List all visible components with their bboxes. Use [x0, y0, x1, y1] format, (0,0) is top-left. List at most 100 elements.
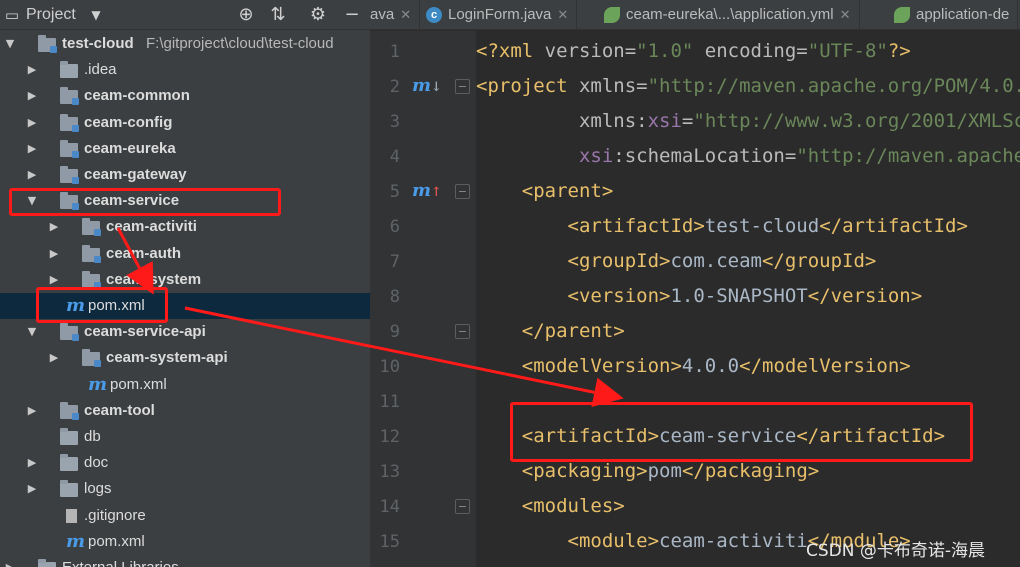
code-line[interactable]: <?xml version="1.0" encoding="UTF-8"?> [476, 34, 911, 69]
code-line[interactable]: <artifactId>test-cloud</artifactId> [476, 209, 968, 244]
tree-item[interactable]: .gitignore [0, 503, 370, 529]
arrow-icon: ↑ [431, 185, 442, 200]
line-number: 12 [379, 427, 400, 447]
folder-icon [60, 428, 78, 445]
collapse-arrow-icon[interactable]: ▶ [26, 162, 38, 188]
collapse-arrow-icon[interactable]: ▶ [4, 555, 16, 567]
maven-overridden-icon[interactable]: m↑ [412, 180, 442, 201]
tree-item-label: External Libraries [62, 555, 179, 567]
tree-item[interactable]: ▶ ceam-tool [0, 398, 370, 424]
code-token: version= [533, 40, 637, 62]
collapse-arrow-icon[interactable]: ▶ [26, 136, 38, 162]
module-folder-icon [60, 323, 79, 342]
expand-arrow-icon[interactable]: ▼ [26, 319, 38, 345]
fold-marker-icon[interactable]: − [455, 184, 470, 199]
collapse-arrow-icon[interactable]: ▶ [48, 345, 60, 371]
highlight-ceam-service [9, 188, 281, 216]
code-token: xsi [578, 145, 614, 167]
gear-icon[interactable]: ⚙ [306, 0, 330, 30]
tree-item[interactable]: m pom.xml [0, 529, 370, 555]
collapse-arrow-icon[interactable]: ▶ [48, 214, 60, 240]
code-token: <artifactId> [567, 215, 705, 237]
code-line[interactable]: <groupId>com.ceam</groupId> [476, 244, 877, 279]
editor-gutter: 1 2 3 4 5 6 7 8 9 10 11 12 13 14 15− − − − m↓ m↑ [370, 31, 476, 567]
arrow-icon: ↓ [431, 80, 442, 95]
target-icon[interactable]: ⊕ [234, 0, 258, 30]
code-token: xsi [647, 110, 682, 132]
code-token: = [681, 110, 694, 132]
fold-marker-icon[interactable]: − [455, 499, 470, 514]
tree-item[interactable]: ▶ External Libraries [0, 555, 370, 567]
fold-marker-icon[interactable]: − [455, 324, 470, 339]
tab-label: LoginForm.java [448, 6, 552, 23]
code-token: xmlns: [578, 110, 648, 132]
dropdown-icon[interactable]: ▼ [86, 0, 106, 30]
tree-item-label: ceam-gateway [84, 166, 187, 183]
code-token: <parent> [521, 180, 614, 202]
project-view-icon[interactable]: ▭ [0, 0, 24, 30]
collapse-arrow-icon[interactable]: ▶ [26, 57, 38, 83]
tree-item[interactable]: m pom.xml [0, 372, 370, 398]
code-token: <packaging> [521, 460, 648, 482]
close-icon[interactable]: ✕ [400, 7, 411, 22]
code-line[interactable]: <modelVersion>4.0.0</modelVersion> [476, 349, 911, 384]
tab-label: ceam-eureka\...\application.yml [626, 6, 834, 23]
tree-item[interactable]: ▶ doc [0, 450, 370, 476]
tree-item-label: ceam-system-api [106, 349, 228, 367]
code-line[interactable]: <modules> [476, 489, 625, 524]
editor-tab[interactable]: application-de [884, 0, 1019, 29]
tree-item[interactable]: ▶ ceam-activiti [0, 214, 370, 240]
maven-override-icon[interactable]: m↓ [412, 75, 442, 96]
close-icon[interactable]: ✕ [840, 7, 851, 22]
highlight-artifact-id [510, 402, 973, 462]
collapse-arrow-icon[interactable]: ▶ [26, 83, 38, 109]
code-line[interactable]: xmlns:xsi="http://www.w3.org/2001/XMLSch… [476, 104, 1020, 139]
expand-arrow-icon[interactable]: ▼ [4, 31, 16, 57]
tree-item[interactable]: ▶ .idea [0, 57, 370, 83]
text-file-icon [66, 508, 77, 523]
project-view-title[interactable]: Project [26, 0, 76, 30]
tree-item[interactable]: ▼ test-cloud F:\gitproject\cloud\test-clou… [0, 31, 370, 57]
code-line[interactable]: <version>1.0-SNAPSHOT</version> [476, 279, 923, 314]
tree-item[interactable]: ▶ ceam-eureka [0, 136, 370, 162]
code-line[interactable]: <project xmlns="http://maven.apache.org/… [476, 69, 1020, 104]
line-number: 4 [389, 147, 400, 167]
line-number: 9 [389, 322, 400, 342]
close-icon[interactable]: ✕ [557, 7, 568, 22]
code-editor[interactable]: <?xml version="1.0" encoding="UTF-8"?> <p… [476, 31, 1020, 567]
tree-item[interactable]: ▼ ceam-service-api [0, 319, 370, 345]
code-line[interactable]: <parent> [476, 174, 614, 209]
collapse-arrow-icon[interactable]: ▶ [26, 476, 38, 502]
code-line[interactable]: </parent> [476, 314, 625, 349]
module-folder-icon [60, 166, 79, 184]
code-token: <module> [567, 530, 660, 552]
editor-tab[interactable]: c LoginForm.java ✕ [416, 0, 578, 29]
line-number: 11 [379, 392, 400, 412]
tree-item[interactable]: ▶ ceam-gateway [0, 162, 370, 188]
tree-item[interactable]: ▶ ceam-common [0, 83, 370, 109]
spring-config-icon [604, 7, 620, 24]
collapse-arrow-icon[interactable]: ▶ [26, 398, 38, 424]
highlight-pom-xml [36, 287, 168, 323]
tree-item[interactable]: ▶ logs [0, 476, 370, 502]
tree-item[interactable]: ▶ ceam-auth [0, 241, 370, 267]
collapse-icon[interactable]: ⇅ [266, 0, 290, 30]
tree-item-label: doc [84, 454, 109, 472]
code-line[interactable]: xsi:schemaLocation="http://maven.apache.… [476, 139, 1020, 174]
module-folder-icon [82, 270, 101, 289]
collapse-arrow-icon[interactable]: ▶ [26, 110, 38, 136]
tree-item[interactable]: ▶ ceam-config [0, 110, 370, 136]
collapse-arrow-icon[interactable]: ▶ [48, 241, 60, 267]
tree-item[interactable]: ▶ ceam-system-api [0, 345, 370, 371]
code-token: <groupId> [567, 250, 671, 272]
line-number: 2 [389, 77, 400, 97]
minimize-icon[interactable]: − [340, 0, 364, 30]
fold-marker-icon[interactable]: − [455, 79, 470, 94]
editor-tab[interactable]: ceam-eureka\...\application.yml ✕ [594, 0, 860, 29]
editor-tab[interactable]: ava ✕ [370, 0, 421, 29]
tree-item[interactable]: db [0, 424, 370, 450]
collapse-arrow-icon[interactable]: ▶ [26, 450, 38, 476]
